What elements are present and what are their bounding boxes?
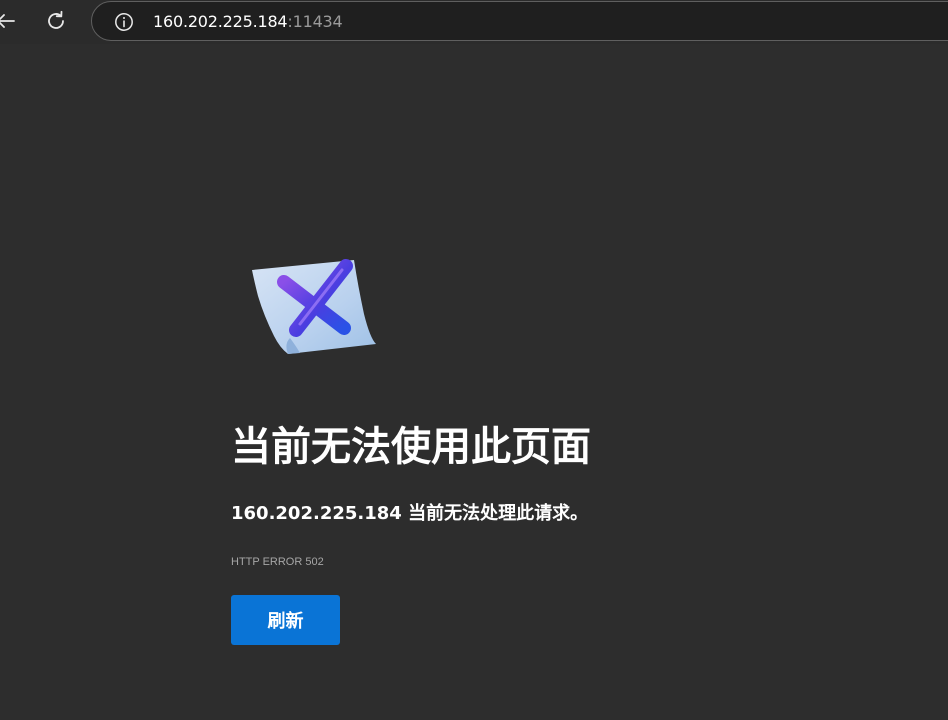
reload-button[interactable] <box>40 6 72 36</box>
error-code: HTTP ERROR 502 <box>231 556 324 568</box>
browser-toolbar: 160.202.225.184:11434 <box>0 0 948 44</box>
address-bar[interactable]: 160.202.225.184:11434 <box>91 1 948 41</box>
url-port: :11434 <box>287 12 343 31</box>
error-document-x-icon <box>244 256 380 360</box>
reload-page-button[interactable]: 刷新 <box>231 595 340 645</box>
url-text[interactable]: 160.202.225.184:11434 <box>153 12 343 32</box>
back-arrow-icon <box>0 14 15 28</box>
error-message: 160.202.225.184 当前无法处理此请求。 <box>231 503 589 524</box>
back-button[interactable] <box>0 8 18 34</box>
url-host: 160.202.225.184 <box>153 12 288 31</box>
site-info-button[interactable] <box>113 11 135 33</box>
reload-icon <box>48 10 64 29</box>
info-icon <box>115 13 133 31</box>
error-headline: 当前无法使用此页面 <box>231 424 591 470</box>
